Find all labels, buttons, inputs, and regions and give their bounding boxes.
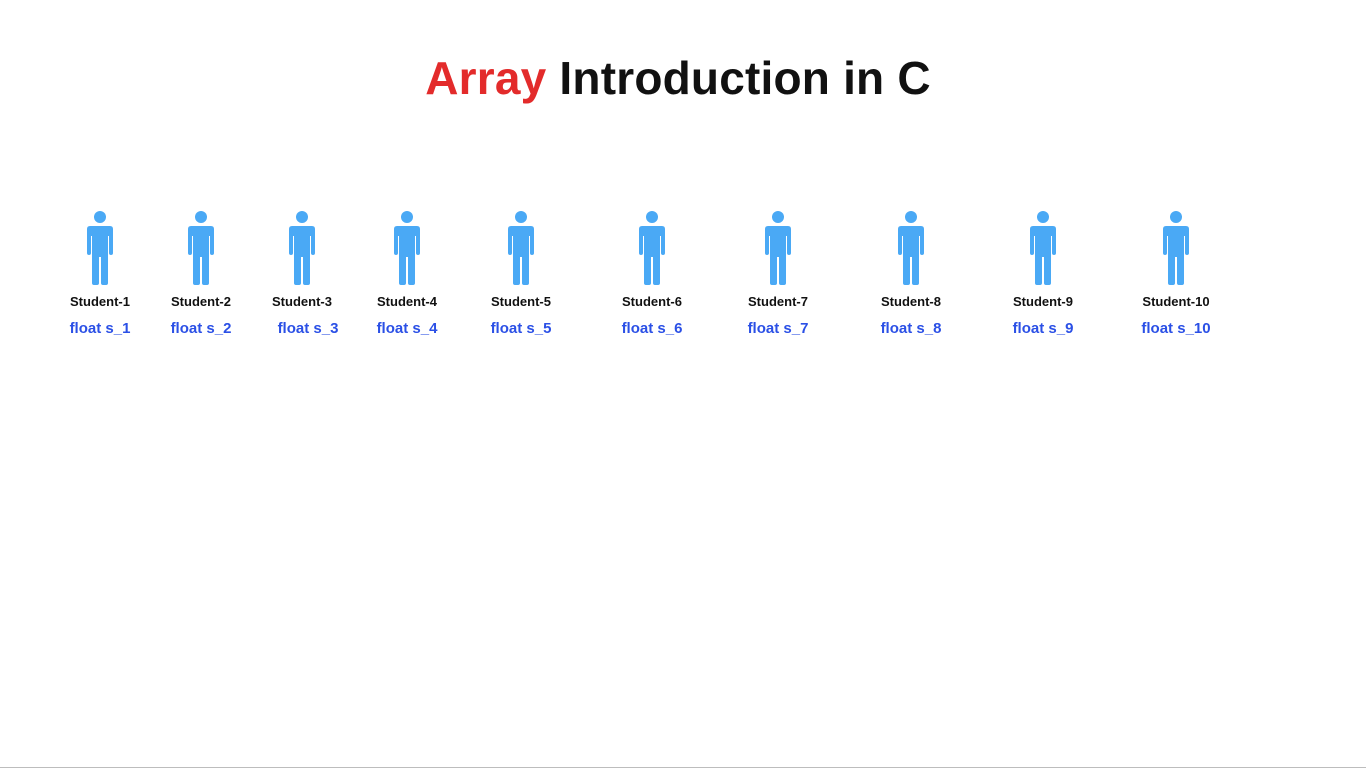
student-variable: float s_10: [1141, 320, 1211, 337]
title-rest: Introduction in C: [546, 52, 931, 104]
student-7: Student-7 float s_7: [713, 210, 843, 338]
student-variable: float s_4: [376, 320, 438, 337]
person-icon: [1160, 210, 1192, 286]
student-name: Student-7: [748, 294, 808, 309]
student-name: Student-4: [377, 294, 437, 309]
student-5: Student-5 float s_5: [456, 210, 586, 338]
student-10: Student-10 float s_10: [1111, 210, 1241, 338]
student-9: Student-9 float s_9: [978, 210, 1108, 338]
person-icon: [84, 210, 116, 286]
title-accent: Array: [425, 52, 547, 104]
student-name: Student-8: [881, 294, 941, 309]
student-name: Student-9: [1013, 294, 1073, 309]
person-icon: [895, 210, 927, 286]
person-icon: [636, 210, 668, 286]
student-variable: float s_7: [747, 320, 809, 337]
slide-title: Array Introduction in C: [0, 50, 1356, 106]
slide: Array Introduction in C Student-1 float …: [0, 0, 1366, 768]
student-6: Student-6 float s_6: [587, 210, 717, 338]
student-variable: float s_8: [880, 320, 942, 337]
student-variable: float s_6: [621, 320, 683, 337]
student-variable: float s_5: [490, 320, 552, 337]
student-name: Student-10: [1142, 294, 1210, 309]
person-icon: [391, 210, 423, 286]
person-icon: [286, 210, 318, 286]
person-icon: [762, 210, 794, 286]
person-icon: [185, 210, 217, 286]
student-variable: float s_9: [1012, 320, 1074, 337]
student-8: Student-8 float s_8: [846, 210, 976, 338]
student-name: Student-5: [491, 294, 551, 309]
person-icon: [1027, 210, 1059, 286]
person-icon: [505, 210, 537, 286]
student-4: Student-4 float s_4: [342, 210, 472, 338]
student-name: Student-6: [622, 294, 682, 309]
